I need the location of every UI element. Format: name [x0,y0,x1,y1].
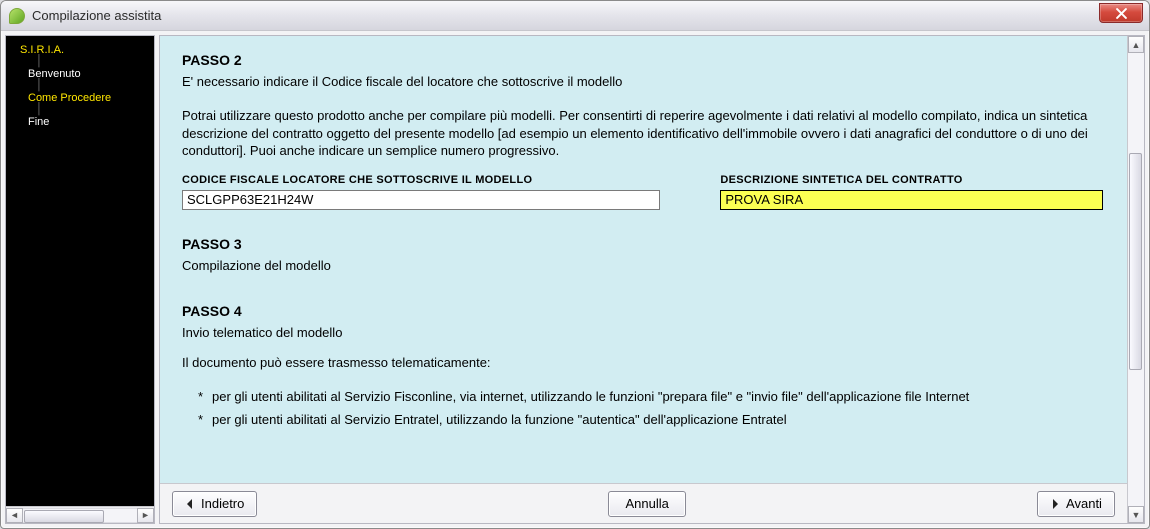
vscroll-thumb[interactable] [1129,153,1142,370]
next-label: Avanti [1066,496,1102,511]
step4-line: Invio telematico del modello [182,325,1103,340]
hscroll-thumb[interactable] [24,510,104,523]
wizard-content: PASSO 2 E' necessario indicare il Codice… [160,36,1127,453]
label-descrizione: DESCRIZIONE SINTETICA DEL CONTRATTO [720,174,1103,186]
content-vscrollbar[interactable]: ▲ ▼ [1127,36,1144,523]
window-title: Compilazione assistita [32,8,161,23]
cancel-button[interactable]: Annulla [608,491,686,517]
titlebar: Compilazione assistita [1,1,1149,31]
nav-item-fine[interactable]: Fine [12,114,148,130]
step2-intro: E' necessario indicare il Codice fiscale… [182,74,1103,89]
sidebar-hscrollbar[interactable]: ◄ ► [6,506,154,523]
step4-heading: PASSO 4 [182,303,1103,319]
main-panel: PASSO 2 E' necessario indicare il Codice… [159,35,1145,524]
step2-heading: PASSO 2 [182,52,1103,68]
scroll-down-icon[interactable]: ▼ [1128,506,1144,523]
footer-bar: Indietro Annulla Avanti [160,483,1127,523]
app-window: Compilazione assistita S.I.R.I.A. │ Benv… [0,0,1150,529]
close-button[interactable] [1099,3,1143,23]
nav-item-benvenuto[interactable]: Benvenuto [12,66,148,82]
input-descrizione[interactable] [720,190,1103,210]
app-icon [9,8,25,24]
arrow-left-icon [185,499,195,509]
scroll-right-icon[interactable]: ► [137,508,154,523]
input-codice-fiscale[interactable] [182,190,660,210]
nav-item-come-procedere[interactable]: Come Procedere [12,90,148,106]
scroll-up-icon[interactable]: ▲ [1128,36,1144,53]
back-button[interactable]: Indietro [172,491,257,517]
step3-line: Compilazione del modello [182,258,1103,273]
step4-bullets: per gli utenti abilitati al Servizio Fis… [182,385,1103,431]
step4-paragraph: Il documento può essere trasmesso telema… [182,354,1103,372]
back-label: Indietro [201,496,244,511]
form-row: CODICE FISCALE LOCATORE CHE SOTTOSCRIVE … [182,174,1103,210]
nav-tree: S.I.R.I.A. │ Benvenuto │ Come Procedere … [6,36,154,506]
content-scroll: PASSO 2 E' necessario indicare il Codice… [160,36,1127,483]
sidebar: S.I.R.I.A. │ Benvenuto │ Come Procedere … [5,35,155,524]
step3-heading: PASSO 3 [182,236,1103,252]
vscroll-track[interactable] [1128,53,1144,506]
label-codice-fiscale: CODICE FISCALE LOCATORE CHE SOTTOSCRIVE … [182,174,660,186]
field-col-cf: CODICE FISCALE LOCATORE CHE SOTTOSCRIVE … [182,174,660,210]
step4-bullet-1: per gli utenti abilitati al Servizio Fis… [198,385,1103,408]
arrow-right-icon [1050,499,1060,509]
scroll-left-icon[interactable]: ◄ [6,508,23,523]
step2-paragraph: Potrai utilizzare questo prodotto anche … [182,107,1103,160]
next-button[interactable]: Avanti [1037,491,1115,517]
cancel-label: Annulla [626,496,669,511]
step4-bullet-2: per gli utenti abilitati al Servizio Ent… [198,408,1103,431]
hscroll-track[interactable] [23,508,137,523]
close-icon [1116,8,1127,19]
field-col-descrizione: DESCRIZIONE SINTETICA DEL CONTRATTO [720,174,1103,210]
client-area: S.I.R.I.A. │ Benvenuto │ Come Procedere … [1,31,1149,528]
nav-item-siria[interactable]: S.I.R.I.A. [12,42,148,58]
